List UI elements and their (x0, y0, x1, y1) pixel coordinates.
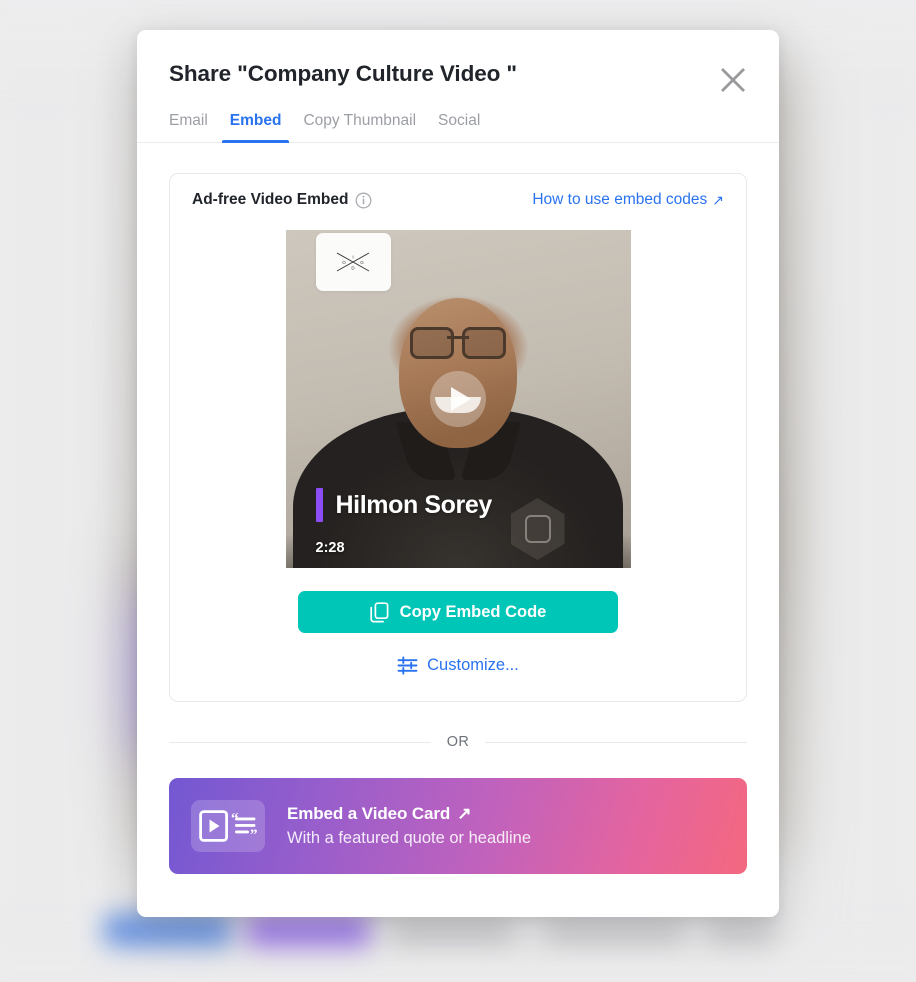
how-to-use-embed-codes-link[interactable]: How to use embed codes ↗ (532, 191, 724, 209)
backdrop-fade-right (796, 0, 916, 982)
tab-social[interactable]: Social (427, 108, 491, 142)
divider-line-left (169, 741, 431, 743)
video-thumbnail[interactable]: I O G D Hilmon Sorey 2:28 (285, 230, 631, 568)
play-button[interactable] (430, 371, 486, 427)
embed-card-title: Ad-free Video Embed (192, 191, 349, 208)
embed-card-header: Ad-free Video Embed How to use embed cod… (192, 191, 724, 209)
tab-email[interactable]: Email (158, 108, 219, 142)
presenter-glasses-bridge (447, 336, 469, 339)
svg-text:I: I (352, 255, 353, 260)
modal-body: Ad-free Video Embed How to use embed cod… (137, 143, 779, 874)
share-modal: Share "Company Culture Video " Email Emb… (137, 30, 779, 917)
brand-logo-tile: I O G D (315, 233, 391, 291)
svg-text:”: ” (250, 827, 257, 842)
video-card-title: Embed a Video Card (287, 804, 451, 823)
close-icon (721, 68, 745, 92)
page-title: Share "Company Culture Video " (169, 61, 517, 86)
divider-line-right (485, 741, 747, 743)
tab-embed[interactable]: Embed (219, 108, 293, 143)
svg-text:G: G (360, 260, 364, 265)
share-tabs: Email Embed Copy Thumbnail Social (137, 108, 779, 143)
video-card-title-row: Embed a Video Card ↗ (287, 804, 531, 824)
svg-text:O: O (342, 260, 346, 265)
info-icon[interactable] (355, 192, 372, 209)
copy-embed-code-button[interactable]: Copy Embed Code (298, 591, 618, 633)
x-logo-icon: I O G D (336, 252, 370, 272)
modal-header: Share "Company Culture Video " (137, 30, 779, 92)
video-card-icon: “ ” (199, 810, 257, 842)
close-button[interactable] (711, 58, 755, 102)
presenter-name-overlay: Hilmon Sorey (315, 488, 493, 522)
presenter-name: Hilmon Sorey (335, 490, 493, 519)
video-card-icon-tile: “ ” (191, 800, 265, 852)
divider-label: OR (446, 734, 470, 750)
how-to-use-embed-codes-label: How to use embed codes (532, 191, 708, 208)
embed-video-card-banner[interactable]: “ ” Embed a Video Card ↗ With a featured… (169, 778, 747, 874)
presenter-glasses (410, 327, 506, 359)
video-duration: 2:28 (315, 540, 345, 556)
ad-free-embed-card: Ad-free Video Embed How to use embed cod… (169, 173, 747, 702)
or-divider: OR (169, 734, 747, 750)
embed-card-title-wrap: Ad-free Video Embed (192, 191, 372, 209)
tab-copy-thumbnail[interactable]: Copy Thumbnail (292, 108, 427, 142)
backdrop-fade-bottom (0, 946, 916, 982)
backdrop-fade-left (0, 0, 140, 982)
svg-text:D: D (351, 266, 355, 271)
customize-link[interactable]: Customize... (192, 656, 724, 675)
customize-label: Customize... (427, 656, 519, 674)
copy-icon (370, 601, 389, 622)
sliders-icon (397, 656, 418, 675)
video-card-external-arrow-icon: ↗ (457, 804, 472, 823)
video-card-text: Embed a Video Card ↗ With a featured quo… (287, 804, 531, 848)
accent-bar (315, 488, 323, 522)
video-card-subtitle: With a featured quote or headline (287, 829, 531, 847)
external-link-arrow-icon: ↗ (712, 192, 724, 208)
copy-embed-code-label: Copy Embed Code (399, 602, 547, 621)
